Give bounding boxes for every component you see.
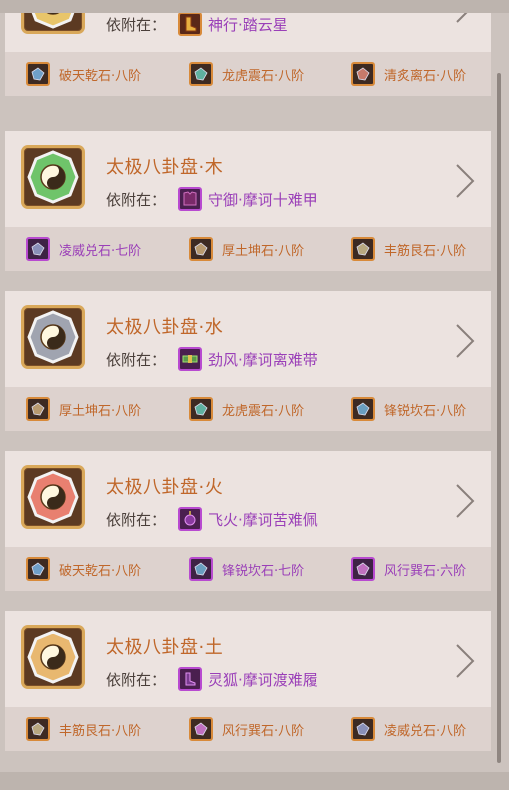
gem-slot[interactable]: 破天乾石·八阶 [26, 557, 141, 581]
chevron-right-icon[interactable] [453, 643, 477, 679]
gem-icon [351, 237, 375, 261]
gem-name: 龙虎震石·八阶 [222, 403, 305, 419]
chevron-right-icon[interactable] [453, 483, 477, 519]
disk-slot [21, 145, 85, 209]
disk-title: 太极八卦盘·水 [106, 317, 224, 338]
gem-name: 厚土坤石·八阶 [59, 403, 142, 419]
gem-slot[interactable]: 凌威兑石·七阶 [26, 237, 141, 261]
gem-slot[interactable]: 凌威兑石·八阶 [351, 717, 466, 741]
card-gems: 丰筋艮石·八阶 风行巽石·八阶 凌威兑石·八阶 [5, 707, 491, 751]
gem-slot[interactable]: 厚土坤石·八阶 [189, 237, 304, 261]
disk-slot [21, 305, 85, 369]
shoes-icon [178, 667, 203, 691]
gem-name: 龙虎震石·八阶 [222, 68, 305, 84]
gem-slot[interactable]: 风行巽石·八阶 [189, 717, 304, 741]
equipment-name[interactable]: 灵狐·摩诃渡难履 [208, 669, 318, 690]
gem-slot[interactable]: 丰筋艮石·八阶 [351, 237, 466, 261]
gem-icon [189, 237, 213, 261]
gem-slot[interactable]: 锋锐坎石·七阶 [189, 557, 304, 581]
equipment-name[interactable]: 劲风·摩诃离难带 [208, 349, 318, 370]
gem-slot[interactable]: 龙虎震石·八阶 [189, 62, 304, 86]
gem-icon [26, 397, 50, 421]
card-header[interactable]: 太极八卦盘·木 依附在： 守御·摩诃十难甲 [5, 131, 491, 227]
attached-equipment: 依附在： 守御·摩诃十难甲 [106, 187, 318, 211]
scrollbar[interactable] [497, 73, 501, 763]
attached-equipment: 依附在： 飞火·摩诃苦难佩 [106, 507, 318, 531]
gem-name: 凌威兑石·七阶 [59, 243, 142, 259]
gem-slot[interactable]: 厚土坤石·八阶 [26, 397, 141, 421]
equipment-name[interactable]: 神行·踏云星 [208, 14, 288, 35]
gem-slot[interactable]: 丰筋艮石·八阶 [26, 717, 141, 741]
gem-icon [351, 62, 375, 86]
card-gems: 凌威兑石·七阶 厚土坤石·八阶 丰筋艮石·八阶 [5, 227, 491, 271]
gem-slot[interactable]: 锋锐坎石·八阶 [351, 397, 466, 421]
bagua-disk-card[interactable]: 依附在： 神行·踏云星 破天乾石·八阶 龙虎震石·八阶 清炙离石·八阶 [5, 0, 491, 96]
bagua-disk-icon [27, 310, 79, 364]
attach-label: 依附在： [106, 510, 167, 529]
gem-icon [189, 62, 213, 86]
gem-icon [189, 557, 213, 581]
attach-label: 依附在： [106, 670, 167, 689]
card-gems: 破天乾石·八阶 龙虎震石·八阶 清炙离石·八阶 [5, 52, 491, 96]
disk-slot [21, 465, 85, 529]
attached-equipment: 依附在： 灵狐·摩诃渡难履 [106, 667, 318, 691]
gem-icon [26, 237, 50, 261]
bottom-bar [0, 772, 509, 790]
bagua-disk-icon [27, 150, 79, 204]
card-gems: 破天乾石·八阶 锋锐坎石·七阶 风行巽石·六阶 [5, 547, 491, 591]
bagua-disk-card[interactable]: 太极八卦盘·水 依附在： 劲风·摩诃离难带 厚土坤石·八阶 龙虎震石·八阶 锋锐… [5, 291, 491, 431]
gem-icon [26, 717, 50, 741]
gem-slot[interactable]: 风行巽石·六阶 [351, 557, 466, 581]
gem-slot[interactable]: 龙虎震石·八阶 [189, 397, 304, 421]
gem-name: 清炙离石·八阶 [384, 68, 467, 84]
gem-name: 厚土坤石·八阶 [222, 243, 305, 259]
gem-name: 风行巽石·八阶 [222, 723, 305, 739]
top-edge [0, 0, 509, 13]
bagua-disk-card[interactable]: 太极八卦盘·土 依附在： 灵狐·摩诃渡难履 丰筋艮石·八阶 风行巽石·八阶 凌威… [5, 611, 491, 751]
pendant-icon [178, 507, 203, 531]
equipment-name[interactable]: 守御·摩诃十难甲 [208, 189, 318, 210]
attach-label: 依附在： [106, 350, 167, 369]
attach-label: 依附在： [106, 190, 167, 209]
bagua-disk-card[interactable]: 太极八卦盘·火 依附在： 飞火·摩诃苦难佩 破天乾石·八阶 锋锐坎石·七阶 风行… [5, 451, 491, 591]
bagua-disk-icon [27, 630, 79, 684]
attached-equipment: 依附在： 神行·踏云星 [106, 12, 288, 36]
gem-icon [189, 717, 213, 741]
disk-title: 太极八卦盘·火 [106, 477, 224, 498]
gem-icon [351, 397, 375, 421]
chevron-right-icon[interactable] [453, 323, 477, 359]
gem-icon [351, 557, 375, 581]
disk-title: 太极八卦盘·土 [106, 637, 224, 658]
gem-icon [189, 397, 213, 421]
gem-name: 风行巽石·六阶 [384, 563, 467, 579]
bagua-disk-icon [27, 470, 79, 524]
attached-equipment: 依附在： 劲风·摩诃离难带 [106, 347, 318, 371]
equipment-name[interactable]: 飞火·摩诃苦难佩 [208, 509, 318, 530]
card-gems: 厚土坤石·八阶 龙虎震石·八阶 锋锐坎石·八阶 [5, 387, 491, 431]
gem-name: 丰筋艮石·八阶 [59, 723, 142, 739]
gem-icon [351, 717, 375, 741]
bagua-disk-card[interactable]: 太极八卦盘·木 依附在： 守御·摩诃十难甲 凌威兑石·七阶 厚土坤石·八阶 丰筋… [5, 131, 491, 271]
gem-icon [26, 557, 50, 581]
card-header[interactable]: 太极八卦盘·火 依附在： 飞火·摩诃苦难佩 [5, 451, 491, 547]
attach-label: 依附在： [106, 15, 167, 34]
disk-title: 太极八卦盘·木 [106, 157, 224, 178]
gem-name: 凌威兑石·八阶 [384, 723, 467, 739]
gem-name: 破天乾石·八阶 [59, 563, 142, 579]
gem-name: 锋锐坎石·八阶 [384, 403, 467, 419]
chevron-right-icon[interactable] [453, 163, 477, 199]
gem-icon [26, 62, 50, 86]
card-header[interactable]: 太极八卦盘·土 依附在： 灵狐·摩诃渡难履 [5, 611, 491, 707]
card-header[interactable]: 太极八卦盘·水 依附在： 劲风·摩诃离难带 [5, 291, 491, 387]
gem-name: 锋锐坎石·七阶 [222, 563, 305, 579]
boots-icon [178, 12, 203, 36]
belt-icon [178, 347, 203, 371]
disk-slot [21, 625, 85, 689]
gem-slot[interactable]: 清炙离石·八阶 [351, 62, 466, 86]
gem-slot[interactable]: 破天乾石·八阶 [26, 62, 141, 86]
gem-name: 丰筋艮石·八阶 [384, 243, 467, 259]
armor-icon [178, 187, 203, 211]
gem-name: 破天乾石·八阶 [59, 68, 142, 84]
